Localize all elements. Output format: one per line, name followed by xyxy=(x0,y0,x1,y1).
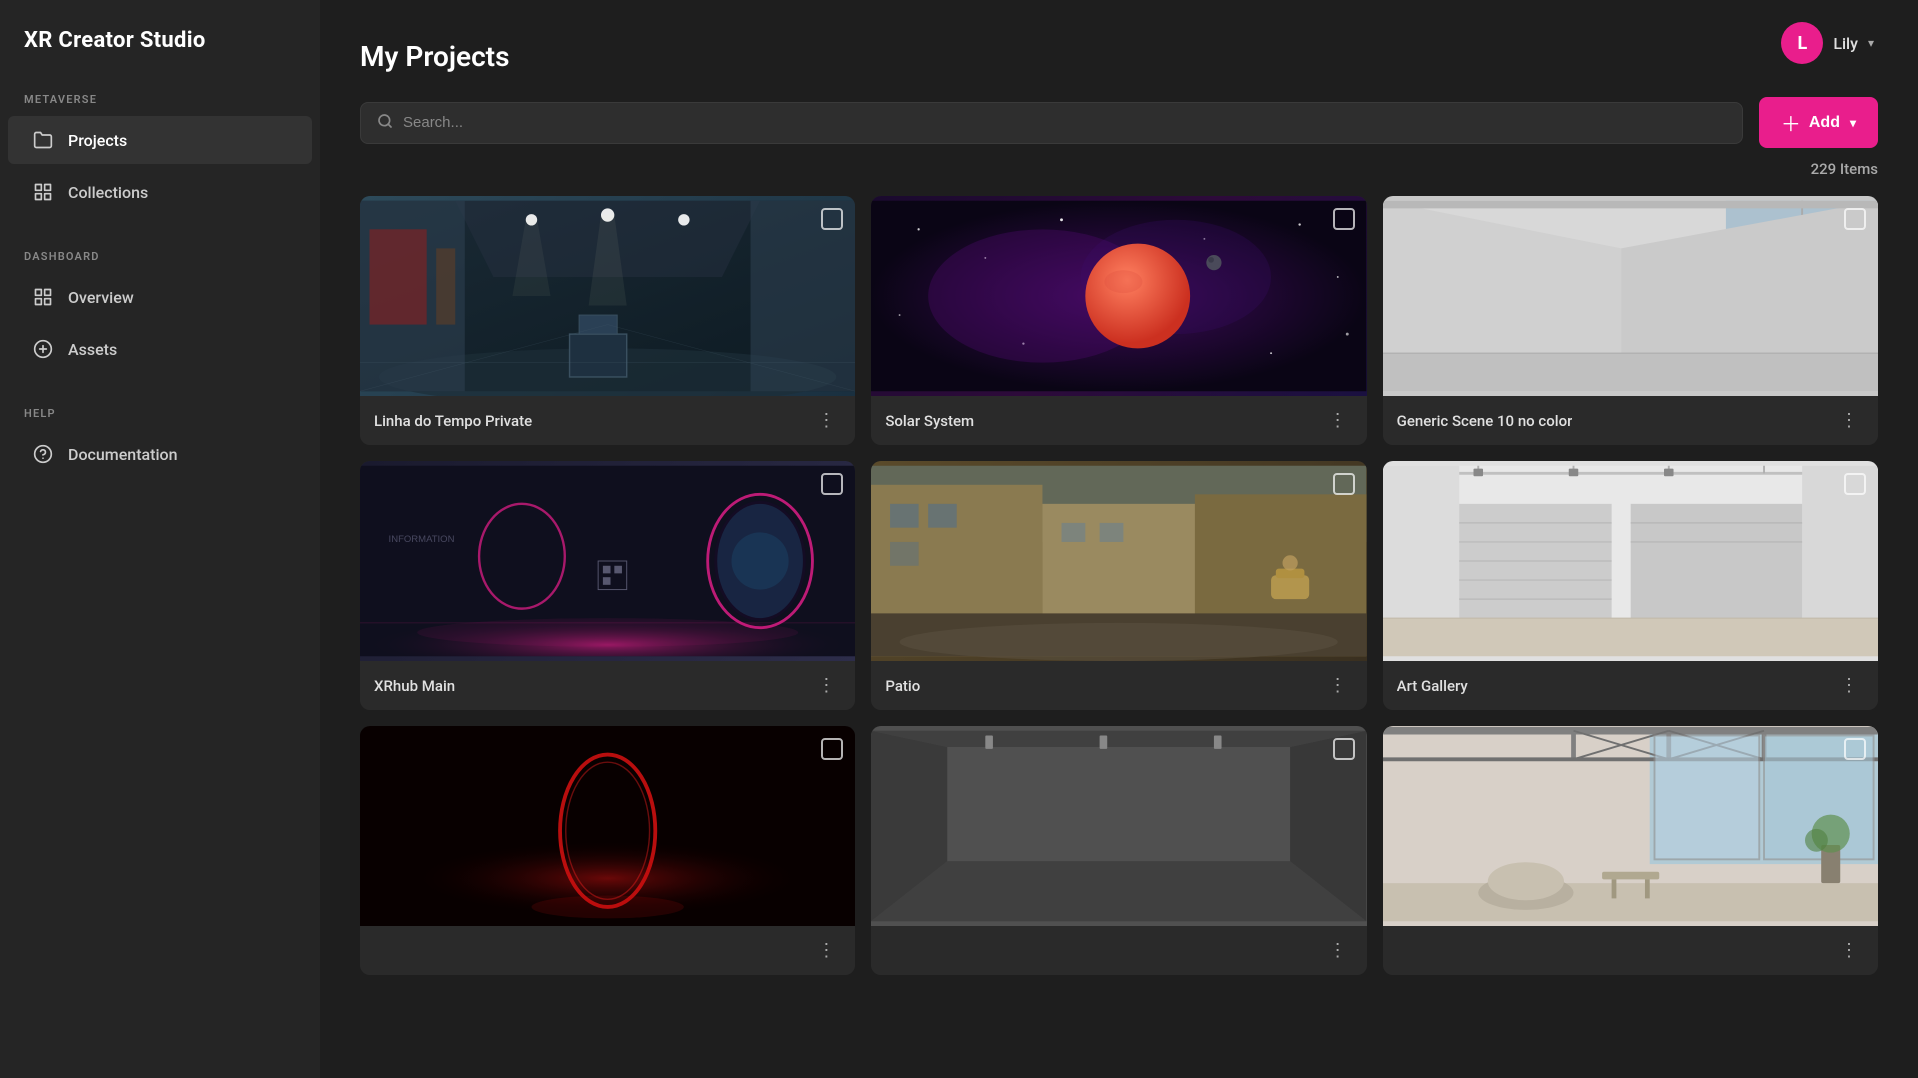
project-menu-button[interactable]: ⋮ xyxy=(1834,408,1864,433)
add-chevron-icon: ▾ xyxy=(1850,116,1856,130)
project-footer: Solar System ⋮ xyxy=(871,396,1366,445)
avatar: L xyxy=(1781,22,1823,64)
card-checkbox[interactable] xyxy=(821,738,843,760)
sidebar-item-overview[interactable]: Overview xyxy=(8,273,312,321)
project-thumbnail xyxy=(1383,196,1878,396)
project-name: Patio xyxy=(885,677,920,695)
project-menu-button[interactable]: ⋮ xyxy=(1834,673,1864,698)
project-menu-button[interactable]: ⋮ xyxy=(811,938,841,963)
top-bar: L Lily ▾ xyxy=(1737,0,1918,86)
project-menu-button[interactable]: ⋮ xyxy=(1323,938,1353,963)
sidebar-item-documentation[interactable]: Documentation xyxy=(8,430,312,478)
project-footer: ⋮ xyxy=(1383,926,1878,975)
card-checkbox[interactable] xyxy=(1333,738,1355,760)
project-thumbnail xyxy=(871,461,1366,661)
user-menu[interactable]: L Lily ▾ xyxy=(1769,16,1886,70)
project-name: Generic Scene 10 no color xyxy=(1397,412,1573,430)
project-thumbnail xyxy=(360,196,855,396)
project-thumbnail: INFORMATION xyxy=(360,461,855,661)
project-footer: Linha do Tempo Private ⋮ xyxy=(360,396,855,445)
project-menu-button[interactable]: ⋮ xyxy=(811,408,841,433)
project-menu-button[interactable]: ⋮ xyxy=(1834,938,1864,963)
add-button[interactable]: ＋ Add ▾ xyxy=(1759,97,1878,148)
card-checkbox[interactable] xyxy=(1844,738,1866,760)
project-card[interactable]: ⋮ xyxy=(1383,726,1878,975)
project-card[interactable]: Solar System ⋮ xyxy=(871,196,1366,445)
items-count: 229 Items xyxy=(360,160,1878,178)
project-card[interactable]: Patio ⋮ xyxy=(871,461,1366,710)
overview-icon xyxy=(32,286,54,308)
project-name: Art Gallery xyxy=(1397,677,1468,695)
project-name: XRhub Main xyxy=(374,677,455,695)
search-icon xyxy=(377,113,393,133)
project-footer: ⋮ xyxy=(871,926,1366,975)
project-card[interactable]: Linha do Tempo Private ⋮ xyxy=(360,196,855,445)
assets-icon xyxy=(32,338,54,360)
project-thumbnail xyxy=(1383,726,1878,926)
search-input[interactable] xyxy=(403,114,1726,131)
card-checkbox[interactable] xyxy=(1844,208,1866,230)
collections-label: Collections xyxy=(68,183,148,202)
svg-text:INFORMATION: INFORMATION xyxy=(389,534,455,545)
project-footer: Patio ⋮ xyxy=(871,661,1366,710)
project-menu-button[interactable]: ⋮ xyxy=(811,673,841,698)
card-checkbox[interactable] xyxy=(821,208,843,230)
project-thumbnail xyxy=(1383,461,1878,661)
project-footer: ⋮ xyxy=(360,926,855,975)
project-footer: Generic Scene 10 no color ⋮ xyxy=(1383,396,1878,445)
page-title: My Projects xyxy=(360,40,1878,73)
dashboard-section-label: DASHBOARD xyxy=(0,242,320,271)
project-menu-button[interactable]: ⋮ xyxy=(1323,673,1353,698)
sidebar-item-assets[interactable]: Assets xyxy=(8,325,312,373)
card-checkbox[interactable] xyxy=(821,473,843,495)
project-name: Solar System xyxy=(885,412,974,430)
sidebar-item-projects[interactable]: Projects xyxy=(8,116,312,164)
app-title: XR Creator Studio xyxy=(0,0,320,85)
card-checkbox[interactable] xyxy=(1333,473,1355,495)
folder-icon xyxy=(32,129,54,151)
main-content: L Lily ▾ My Projects ＋ Add ▾ 229 Items xyxy=(320,0,1918,1078)
project-thumbnail xyxy=(360,726,855,926)
project-thumbnail xyxy=(871,726,1366,926)
project-card[interactable]: INFORMATION XRhub Main ⋮ xyxy=(360,461,855,710)
card-checkbox[interactable] xyxy=(1844,473,1866,495)
project-name: Linha do Tempo Private xyxy=(374,412,532,430)
project-card[interactable]: ⋮ xyxy=(360,726,855,975)
project-card[interactable]: ⋮ xyxy=(871,726,1366,975)
projects-label: Projects xyxy=(68,131,127,150)
search-bar xyxy=(360,102,1743,144)
project-footer: Art Gallery ⋮ xyxy=(1383,661,1878,710)
project-card[interactable]: Generic Scene 10 no color ⋮ xyxy=(1383,196,1878,445)
documentation-label: Documentation xyxy=(68,445,178,464)
assets-label: Assets xyxy=(68,340,117,359)
toolbar: ＋ Add ▾ xyxy=(360,97,1878,148)
card-checkbox[interactable] xyxy=(1333,208,1355,230)
project-menu-button[interactable]: ⋮ xyxy=(1323,408,1353,433)
project-card[interactable]: Art Gallery ⋮ xyxy=(1383,461,1878,710)
sidebar-item-collections[interactable]: Collections xyxy=(8,168,312,216)
plus-icon: ＋ xyxy=(1781,108,1801,137)
help-section-label: HELP xyxy=(0,399,320,428)
projects-grid: Linha do Tempo Private ⋮ xyxy=(360,196,1878,975)
chevron-down-icon: ▾ xyxy=(1868,36,1874,50)
sidebar: XR Creator Studio METAVERSE Projects Col… xyxy=(0,0,320,1078)
docs-icon xyxy=(32,443,54,465)
add-button-label: Add xyxy=(1809,114,1840,132)
project-footer: XRhub Main ⋮ xyxy=(360,661,855,710)
user-name: Lily xyxy=(1833,34,1858,53)
project-thumbnail xyxy=(871,196,1366,396)
metaverse-section-label: METAVERSE xyxy=(0,85,320,114)
overview-label: Overview xyxy=(68,288,134,307)
collection-icon xyxy=(32,181,54,203)
